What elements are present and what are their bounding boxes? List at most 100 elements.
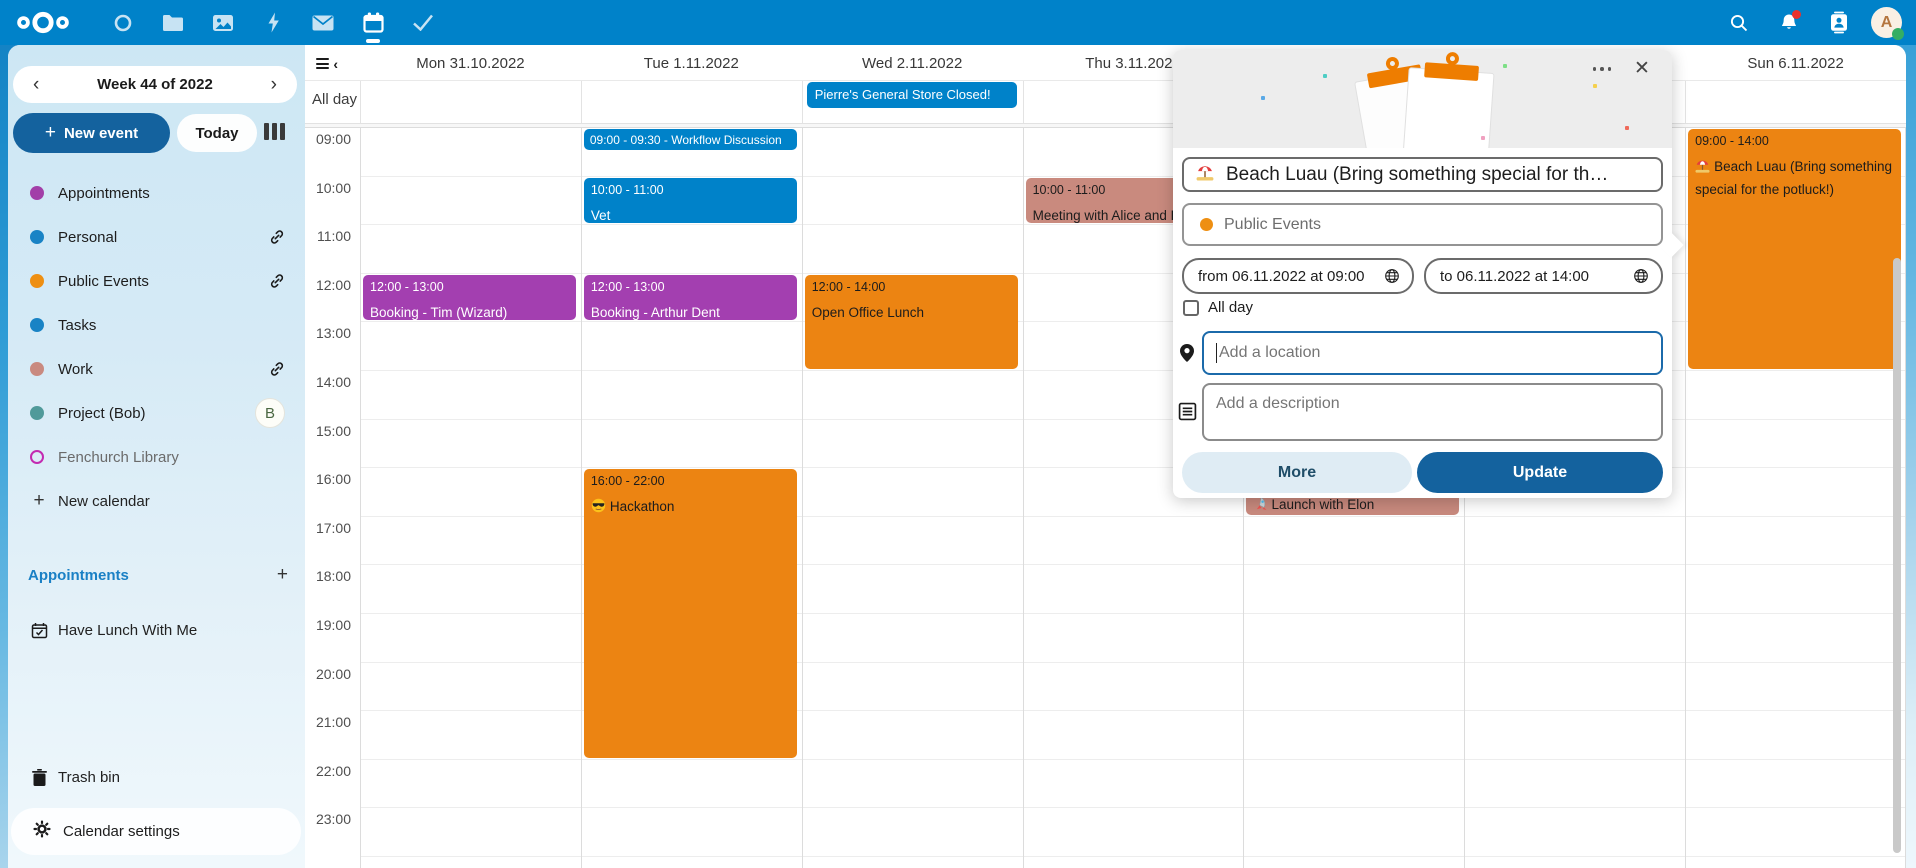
hour-cell[interactable] [361,322,581,371]
previous-week-button[interactable]: ‹ [27,75,45,94]
sidebar-calendar-item[interactable]: Project (Bob)B [8,391,305,435]
view-columns-icon[interactable] [259,123,289,143]
hour-cell[interactable] [803,468,1023,517]
sidebar-calendar-item[interactable]: Work [8,347,305,391]
calendar-settings-button[interactable]: Calendar settings [11,808,301,855]
sidebar-calendar-item[interactable]: Public Events [8,259,305,303]
hour-cell[interactable] [1024,808,1244,857]
all-day-cell[interactable] [360,81,581,123]
hour-cell[interactable] [582,225,802,274]
search-icon[interactable] [1721,5,1757,41]
hour-cell[interactable] [1024,517,1244,566]
hour-cell[interactable] [1465,517,1685,566]
hour-cell[interactable] [1686,663,1906,712]
timezone-globe-icon[interactable] [1384,268,1400,284]
hour-cell[interactable] [803,808,1023,857]
hour-cell[interactable] [582,808,802,857]
hour-cell[interactable] [1244,614,1464,663]
calendar-event[interactable]: 12:00 - 13:00Booking - Tim (Wizard) [363,275,576,321]
calendar-event[interactable]: 10:00 - 11:00Vet [584,178,797,224]
contacts-icon[interactable] [1821,5,1857,41]
hour-cell[interactable] [361,517,581,566]
share-link-icon[interactable] [269,361,285,377]
calendar-event[interactable]: 16:00 - 22:00Hackathon [584,469,797,758]
hour-cell[interactable] [1465,663,1685,712]
event-title-input[interactable]: Beach Luau (Bring something special for … [1182,157,1663,192]
new-calendar-button[interactable]: + New calendar [8,479,305,523]
hour-cell[interactable] [1686,711,1906,760]
hour-cell[interactable] [361,711,581,760]
next-week-button[interactable]: › [265,75,283,94]
calendar-picker[interactable]: Public Events [1182,203,1663,246]
hour-cell[interactable] [803,128,1023,177]
hour-cell[interactable] [1244,565,1464,614]
hour-cell[interactable] [1465,614,1685,663]
tasks-icon[interactable] [398,0,448,45]
calendar-app-icon[interactable] [348,0,398,45]
hour-cell[interactable] [1024,565,1244,614]
add-appointment-config-button[interactable]: + [277,564,288,586]
hour-cell[interactable] [582,420,802,469]
hour-cell[interactable] [361,177,581,226]
calendar-event[interactable]: 09:00 - 14:00Beach Luau (Bring something… [1688,129,1901,369]
notifications-bell-icon[interactable] [1771,5,1807,41]
hour-cell[interactable] [1024,663,1244,712]
nextcloud-logo-icon[interactable] [16,9,70,36]
hour-cell[interactable] [1024,711,1244,760]
sidebar-calendar-item[interactable]: Tasks [8,303,305,347]
hour-cell[interactable] [1244,517,1464,566]
all-day-event[interactable]: Pierre's General Store Closed! [807,82,1017,108]
hour-cell[interactable] [803,760,1023,809]
hour-cell[interactable] [1686,614,1906,663]
hour-cell[interactable] [1244,808,1464,857]
hour-cell[interactable] [1244,663,1464,712]
activity-icon[interactable] [248,0,298,45]
hour-cell[interactable] [1465,711,1685,760]
files-icon[interactable] [148,0,198,45]
today-button[interactable]: Today [177,114,257,152]
hour-cell[interactable] [803,177,1023,226]
hour-cell[interactable] [803,225,1023,274]
hour-cell[interactable] [1465,808,1685,857]
hour-cell[interactable] [1244,711,1464,760]
calendar-event[interactable]: 12:00 - 13:00Booking - Arthur Dent [584,275,797,321]
hour-cell[interactable] [361,565,581,614]
more-button[interactable]: More [1182,452,1412,493]
all-day-cell[interactable]: Pierre's General Store Closed! [802,81,1023,123]
close-icon[interactable]: ✕ [1628,54,1656,82]
hour-cell[interactable] [803,371,1023,420]
hour-cell[interactable] [582,371,802,420]
appointment-config-item[interactable]: Have Lunch With Me [8,608,305,652]
sidebar-calendar-item[interactable]: Personal [8,215,305,259]
hour-cell[interactable] [1465,760,1685,809]
dashboard-icon[interactable] [98,0,148,45]
hour-cell[interactable] [803,711,1023,760]
new-event-button[interactable]: + New event [13,113,170,153]
hour-cell[interactable] [1686,760,1906,809]
hour-cell[interactable] [361,663,581,712]
hour-cell[interactable] [361,371,581,420]
all-day-checkbox-row[interactable]: All day [1183,299,1253,316]
hour-cell[interactable] [361,808,581,857]
hour-cell[interactable] [1465,565,1685,614]
hour-cell[interactable] [361,225,581,274]
description-textarea[interactable]: Add a description [1202,383,1663,441]
hour-cell[interactable] [1024,614,1244,663]
all-day-cell[interactable] [1685,81,1906,123]
start-datetime-picker[interactable]: from 06.11.2022 at 09:00 [1182,258,1414,294]
hour-cell[interactable] [1686,517,1906,566]
hour-cell[interactable] [803,517,1023,566]
hour-cell[interactable] [1686,468,1906,517]
hour-cell[interactable] [803,663,1023,712]
list-collapse-icon[interactable]: ‹ [316,58,338,70]
share-link-icon[interactable] [269,273,285,289]
hour-cell[interactable] [361,128,581,177]
photos-icon[interactable] [198,0,248,45]
hour-cell[interactable] [361,760,581,809]
avatar[interactable]: A [1871,7,1902,38]
trash-bin-button[interactable]: Trash bin [8,755,305,799]
update-button[interactable]: Update [1417,452,1663,493]
hour-cell[interactable] [582,760,802,809]
sidebar-calendar-item[interactable]: Appointments [8,171,305,215]
hour-cell[interactable] [1686,420,1906,469]
